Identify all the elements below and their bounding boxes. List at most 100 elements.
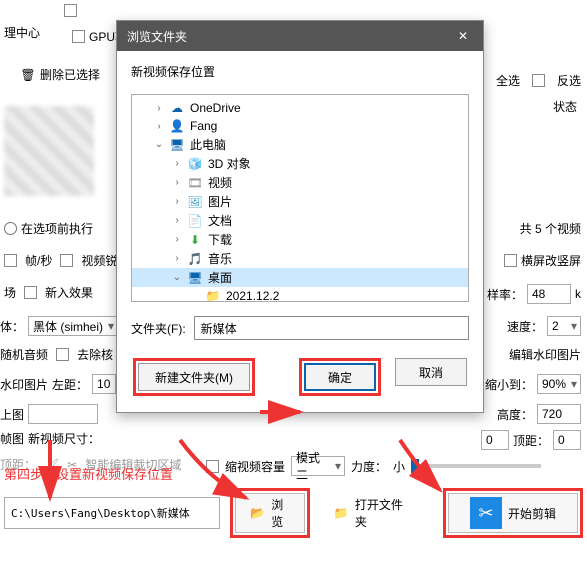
tree-item[interactable]: › 📄 文档 [132, 211, 468, 230]
thumbnail-blur [4, 106, 94, 196]
tree-item[interactable]: ⌄🖥此电脑 [132, 135, 468, 154]
folder-open-icon: 📂 [250, 506, 265, 520]
remove-checkbox[interactable] [56, 348, 69, 361]
left-input[interactable]: 10 [92, 374, 116, 394]
fps-label: 帧/秒 [25, 252, 52, 269]
shrink-vid-label: 缩视频容量 [225, 458, 285, 475]
sample-input[interactable]: 48 [527, 284, 571, 304]
tree-item[interactable]: ›☁OneDrive [132, 99, 468, 117]
tree-item[interactable]: ⌄🖥桌面 [132, 268, 468, 287]
fps-checkbox[interactable] [4, 254, 17, 267]
tree-node-icon: 🎵 [187, 251, 203, 267]
open-folder-button[interactable]: 📁 打开文件夹 [320, 493, 423, 533]
caret-icon: › [154, 103, 164, 114]
upimg-input[interactable] [28, 404, 98, 424]
scissors-icon: ✂ [470, 497, 502, 529]
tree-node-icon: ⬇ [187, 232, 203, 248]
sample-label: 样率： [487, 286, 523, 303]
run-before-label: 在选项前执行 [21, 220, 93, 237]
tree-node-icon: 👤 [169, 118, 185, 134]
cancel-button[interactable]: 取消 [395, 358, 467, 386]
caret-icon: › [172, 177, 182, 188]
annotation-box: 确定 [299, 358, 381, 396]
tree-node-icon: 🖼 [187, 194, 203, 210]
save-path-input[interactable] [4, 497, 220, 529]
folder-tree[interactable]: ›☁OneDrive›👤Fang⌄🖥此电脑›🧊3D 对象›🎞视频›🖼图片›📄文档… [131, 94, 469, 302]
folder-name-input[interactable] [194, 316, 469, 340]
speed-select[interactable]: 2 [547, 316, 581, 336]
invert-checkbox[interactable] [532, 74, 545, 87]
caret-icon: › [154, 121, 164, 132]
scene-label: 场 [4, 284, 16, 301]
dialog-title: 浏览文件夹 [127, 28, 187, 45]
annotation-box: ✂ 开始剪辑 [443, 488, 583, 538]
checkbox[interactable] [64, 4, 77, 17]
tree-item[interactable]: › 🧊 3D 对象 [132, 154, 468, 173]
sharpen-checkbox[interactable] [60, 254, 73, 267]
folder-field-label: 文件夹(F): [131, 320, 186, 337]
run-before-radio[interactable] [4, 222, 17, 235]
tree-node-label: 视频 [208, 174, 232, 191]
height-label: 高度： [497, 406, 533, 423]
tree-node-label: 文档 [208, 212, 232, 229]
shrink-vid-checkbox[interactable] [206, 460, 219, 473]
tree-node-icon: 🎞 [187, 175, 203, 191]
dialog-subtitle: 新视频保存位置 [131, 63, 469, 80]
ok-button[interactable]: 确定 [304, 363, 376, 391]
start-clip-button[interactable]: ✂ 开始剪辑 [448, 493, 578, 533]
edit-wm-label[interactable]: 编辑水印图片 [509, 348, 581, 362]
open-folder-label: 打开文件夹 [355, 496, 409, 530]
rand-audio-label: 随机音频 [0, 346, 48, 363]
newdim-label: 新视频尺寸： [28, 430, 100, 447]
tree-node-label: 3D 对象 [208, 155, 251, 172]
caret-icon: › [172, 234, 182, 245]
close-icon[interactable]: ✕ [453, 29, 473, 43]
small-label: 小 [393, 458, 405, 475]
caret-icon: ⌄ [154, 139, 164, 150]
top2-input[interactable]: 0 [553, 430, 581, 450]
wm-img-label: 水印图片 [0, 376, 48, 393]
browse-button[interactable]: 📂 浏览 [235, 493, 305, 533]
tree-node-label: Fang [190, 119, 217, 133]
portrait-checkbox[interactable] [504, 254, 517, 267]
sharpen-label: 视频锐 [81, 252, 117, 269]
status-label: 状态 [553, 98, 577, 115]
tree-node-icon: 📄 [187, 213, 203, 229]
shrink-select[interactable]: 90% [537, 374, 581, 394]
video-count: 共 5 个视频 [520, 220, 581, 237]
tree-node-label: OneDrive [190, 101, 241, 115]
remove-label: 去除核 [77, 346, 113, 363]
top-label: 顶距： [513, 432, 549, 449]
delete-selected-label: 删除已选择 [40, 66, 100, 83]
new-effect-checkbox[interactable] [24, 286, 37, 299]
tree-item[interactable]: ›🖼图片 [132, 192, 468, 211]
tree-item[interactable]: › 👤 Fang [132, 117, 468, 135]
strength-slider[interactable] [411, 464, 541, 468]
caret-icon: › [172, 215, 182, 226]
tree-node-icon: 🖥 [169, 137, 185, 153]
new-folder-button[interactable]: 新建文件夹(M) [138, 363, 250, 391]
tree-item[interactable]: 📁2021.12.2 [132, 287, 468, 302]
caret-icon: ⌄ [172, 272, 182, 283]
step4-label: 第四步：设置新视频保存位置 [4, 464, 173, 483]
mode-select[interactable]: 模式二 [291, 456, 345, 476]
caret-icon: › [172, 253, 182, 264]
strength-label: 力度： [351, 458, 387, 475]
speed-label: 速度： [507, 318, 543, 335]
tree-item[interactable]: ›🎵音乐 [132, 249, 468, 268]
dialog-titlebar[interactable]: 浏览文件夹 ✕ [117, 21, 483, 51]
gpu-checkbox[interactable] [72, 30, 85, 43]
top-input[interactable]: 0 [481, 430, 509, 450]
portrait-label: 横屏改竖屏 [521, 252, 581, 269]
tree-node-label: 图片 [208, 193, 232, 210]
annotation-box: 📂 浏览 [230, 488, 310, 538]
tree-item[interactable]: › ⬇ 下载 [132, 230, 468, 249]
height-input[interactable]: 720 [537, 404, 581, 424]
tree-node-icon: 🧊 [187, 156, 203, 172]
caret-icon: › [172, 158, 182, 169]
tree-node-label: 下载 [208, 231, 232, 248]
font-select[interactable]: 黑体 (simhei) [28, 316, 118, 336]
start-label: 开始剪辑 [508, 505, 556, 522]
tree-node-label: 桌面 [208, 269, 232, 286]
tree-item[interactable]: › 🎞 视频 [132, 173, 468, 192]
